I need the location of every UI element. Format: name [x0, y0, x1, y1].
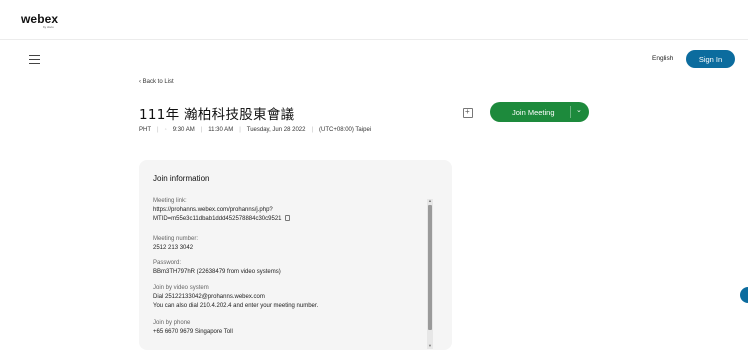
phone-block: Join by phone +65 6670 9679 Singapore To… [153, 319, 233, 337]
meeting-link-1[interactable]: https://prohanns.webex.com/prohanns/j.ph… [153, 206, 290, 215]
meeting-number-block: Meeting number: 2512 213 3042 [153, 235, 198, 253]
password-value: BBm3TH797hR (22638479 from video systems… [153, 269, 281, 275]
back-link-label: Back to List [142, 79, 174, 85]
language-selector[interactable]: English [652, 55, 673, 62]
card-title: Join information [153, 174, 210, 183]
scrollbar-thumb[interactable] [428, 205, 432, 330]
webex-logo[interactable]: webex [21, 12, 58, 26]
meeting-number-label: Meeting number: [153, 236, 199, 242]
top-bar [0, 0, 748, 40]
end-time: 11:30 AM [208, 127, 234, 133]
scroll-down-icon[interactable]: ▼ [428, 343, 432, 348]
meeting-link-label: Meeting link: [153, 198, 187, 204]
join-info-scroll-area[interactable]: Meeting link: https://prohanns.webex.com… [139, 193, 452, 353]
password-label: Password: [153, 260, 182, 266]
chevron-left-icon: ‹ [139, 79, 141, 85]
chevron-down-icon[interactable]: ⌄ [576, 106, 582, 114]
meeting-link-2[interactable]: MTID=m55e3c11dbab1ddd452578884c30c9521 [153, 215, 290, 224]
meeting-number: 2512 213 3042 [153, 245, 194, 251]
phone-label: Join by phone [153, 320, 191, 326]
time-zone-abbr: PHT [139, 127, 151, 133]
scroll-up-icon[interactable]: ▲ [428, 198, 432, 203]
meeting-title: 111年 瀚柏科技股東會議 [139, 107, 295, 123]
join-information-card: Join information Meeting link: https://p… [139, 160, 452, 350]
separator: | [239, 127, 241, 133]
meeting-timezone: (UTC+08:00) Taipei [319, 127, 372, 133]
meeting-date: Tuesday, Jun 28 2022 [246, 127, 306, 133]
button-divider [570, 106, 571, 118]
separator: | [157, 127, 159, 133]
clock-icon: ◦ [164, 127, 167, 133]
meeting-time-row: PHT | ◦ 9:30 AM | 11:30 AM | Tuesday, Ju… [139, 127, 371, 133]
meeting-link-2-text[interactable]: MTID=m55e3c11dbab1ddd452578884c30c9521 [153, 216, 282, 222]
sign-in-button[interactable]: Sign In [686, 50, 735, 68]
start-time: 9:30 AM [172, 127, 195, 133]
logo-sub: by cisco [43, 25, 54, 29]
copy-icon[interactable] [284, 215, 290, 221]
separator: | [311, 127, 314, 133]
add-to-calendar-icon[interactable] [463, 107, 473, 118]
video-dial: Dial 25122133042@prohanns.webex.com [153, 294, 265, 300]
video-system-label: Join by video system [153, 285, 209, 291]
meeting-link-block: Meeting link: https://prohanns.webex.com… [153, 197, 290, 224]
join-meeting-button[interactable]: Join Meeting ⌄ [490, 102, 589, 122]
back-to-list-link[interactable]: ‹ Back to List [139, 79, 174, 85]
password-block: Password: BBm3TH797hR (22638479 from vid… [153, 259, 281, 277]
phone-number: +65 6670 9679 Singapore Toll [153, 329, 233, 335]
video-alt: You can also dial 210.4.202.4 and enter … [153, 303, 319, 309]
join-meeting-label: Join Meeting [512, 108, 555, 117]
video-system-block: Join by video system Dial 25122133042@pr… [153, 284, 318, 311]
floating-help-button[interactable] [740, 287, 748, 303]
time-dash: | [200, 127, 203, 133]
hamburger-icon[interactable] [29, 55, 40, 64]
